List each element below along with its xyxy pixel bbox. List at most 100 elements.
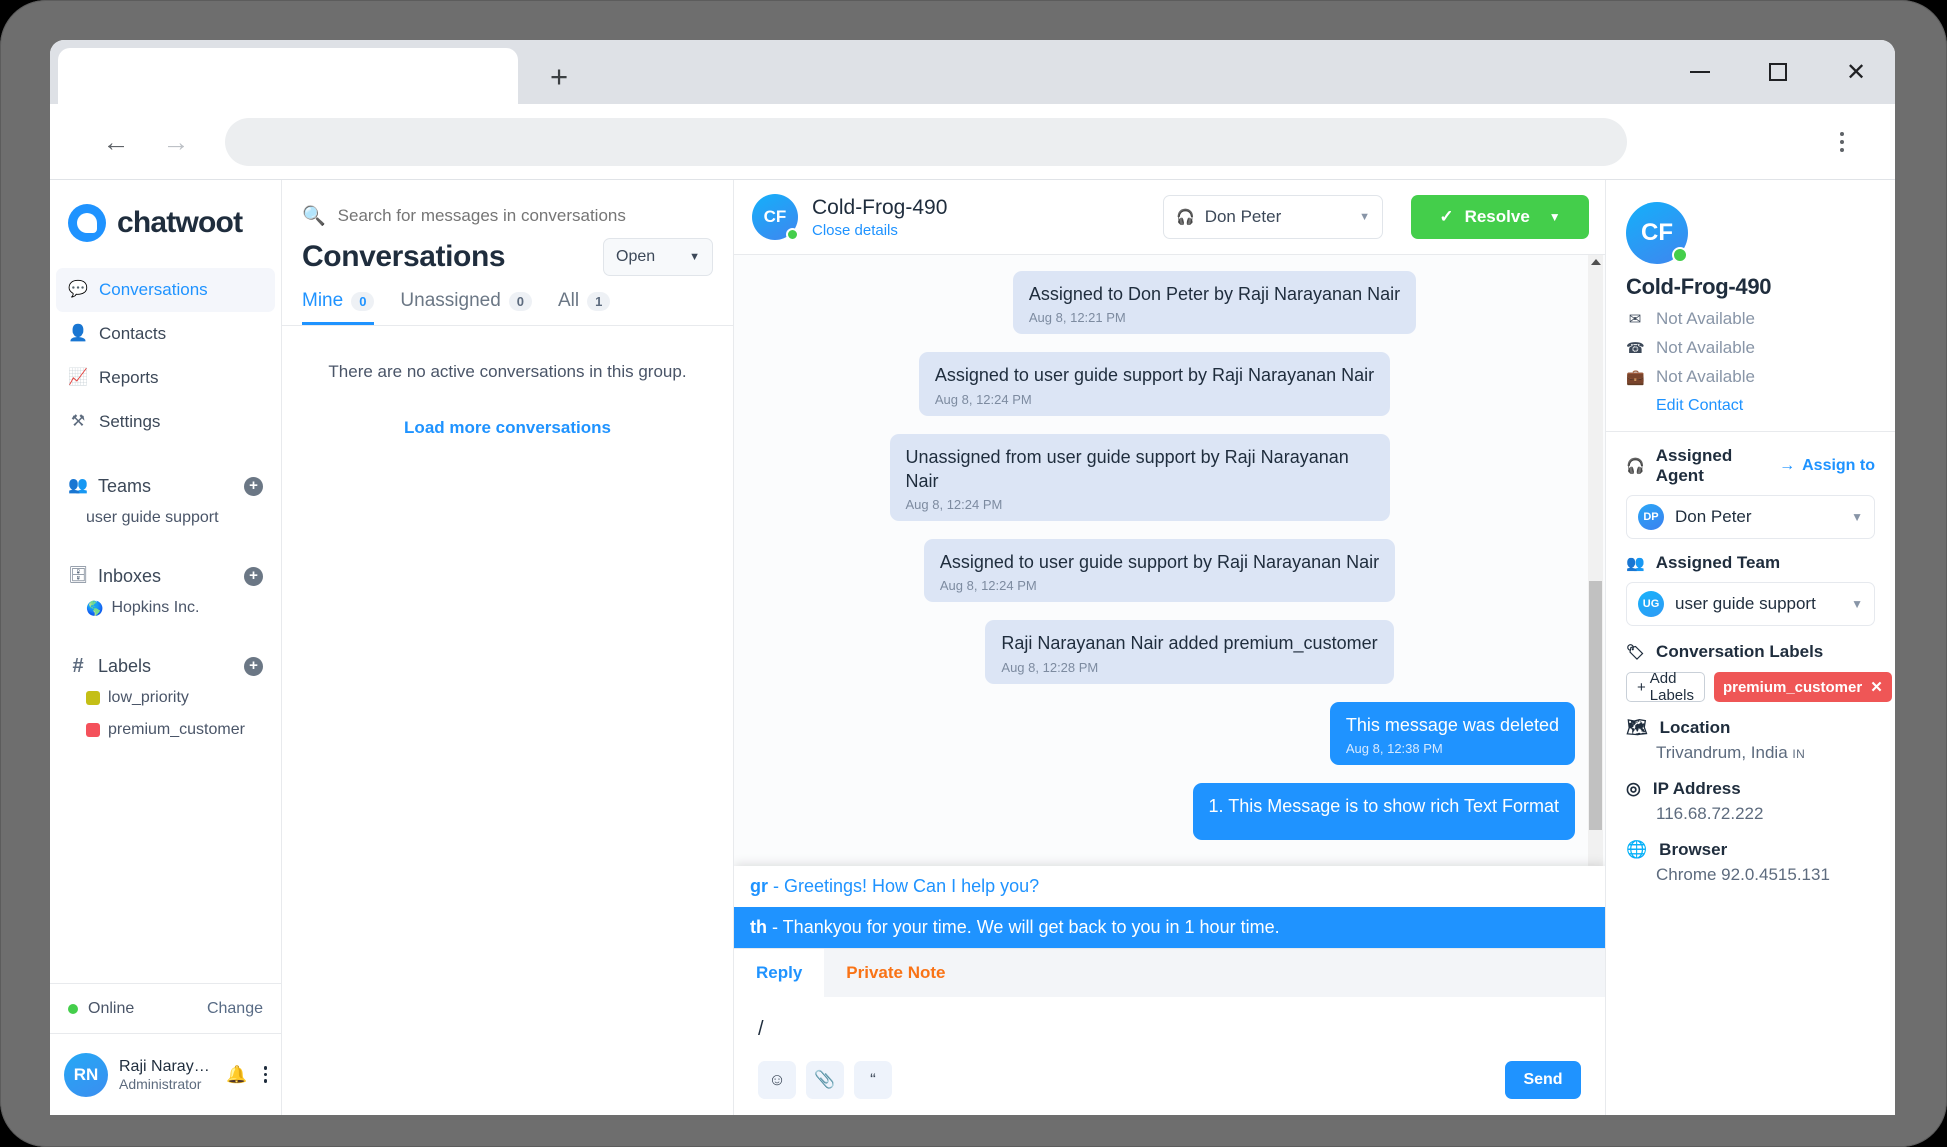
sidebar-item-contacts[interactable]: 👤 Contacts <box>56 312 275 356</box>
tab-private-note[interactable]: Private Note <box>824 949 1605 997</box>
primary-nav: 💬 Conversations 👤 Contacts 📈 Reports ⚒ S… <box>50 268 281 444</box>
message-bubble[interactable]: 1. This Message is to show rich Text For… <box>1192 783 1575 841</box>
message-time: Aug 8, 12:24 PM <box>934 391 1032 407</box>
notifications-bell-icon[interactable]: 🔔 <box>226 1065 247 1085</box>
tab-count: 0 <box>508 291 532 311</box>
label-chip[interactable]: premium_customer ✕ <box>1713 672 1892 702</box>
resolve-button[interactable]: ✓ Resolve ▼ <box>1411 195 1589 239</box>
chatwoot-app: chatwoot 💬 Conversations 👤 Contacts 📈 Re… <box>50 179 1895 1115</box>
message-list[interactable]: Assigned to Don Peter by Raji Narayanan … <box>734 255 1605 948</box>
assigned-agent-header: 🎧 Assigned Agent → Assign to <box>1626 446 1875 486</box>
chat-contact-name: Cold-Frog-490 <box>812 195 948 219</box>
suggestion-item-gr[interactable]: gr - Greetings! How Can I help you? <box>734 866 1605 907</box>
browser-toolbar: ← → ⟳ <box>50 104 1895 179</box>
close-button[interactable]: ✕ <box>1817 40 1895 104</box>
window-controls: ✕ <box>1661 40 1895 104</box>
message-bubble[interactable]: Unassigned from user guide support by Ra… <box>889 433 1390 522</box>
sidebar-item-reports[interactable]: 📈 Reports <box>56 356 275 400</box>
conversations-header: Conversations Open ▼ <box>282 228 733 276</box>
agent-select[interactable]: 🎧 Don Peter ▼ <box>1163 195 1383 239</box>
contact-attributes: 🗺 Location Trivandrum, India IN ◎ IP Add… <box>1626 718 1875 885</box>
briefcase-icon: 💼 <box>1626 369 1645 386</box>
change-status-button[interactable]: Change <box>207 1000 263 1018</box>
sidebar-item-settings[interactable]: ⚒ Settings <box>56 400 275 444</box>
tab-mine[interactable]: Mine 0 <box>302 290 375 325</box>
sidebar-item-label: Settings <box>99 412 161 431</box>
message-bubble[interactable]: Raji Narayanan Nair added premium_custom… <box>985 620 1394 684</box>
message-bubble[interactable]: Assigned to user guide support by Raji N… <box>923 539 1396 603</box>
message-bubble[interactable]: Assigned to Don Peter by Raji Narayanan … <box>1012 271 1417 335</box>
assign-to-link[interactable]: → Assign to <box>1779 457 1875 475</box>
scrollbar-thumb[interactable] <box>1589 580 1602 831</box>
message-row: Assigned to user guide support by Raji N… <box>764 539 1575 603</box>
label-item-premium-customer[interactable]: premium_customer <box>68 714 263 746</box>
tab-reply[interactable]: Reply <box>734 949 824 997</box>
user-profile[interactable]: RN Raji Narayanan ... Administrator 🔔 <box>50 1033 281 1115</box>
person-icon: 👤 <box>68 325 88 342</box>
add-inbox-button[interactable]: + <box>244 566 263 586</box>
profile-menu-icon[interactable] <box>259 1066 267 1083</box>
browser-tab[interactable] <box>58 48 518 104</box>
status-filter-select[interactable]: Open ▼ <box>603 238 713 276</box>
send-button[interactable]: Send <box>1505 1061 1581 1099</box>
reply-input[interactable]: / <box>734 997 1605 1061</box>
close-details-link[interactable]: Close details <box>812 222 947 239</box>
team-item[interactable]: user guide support <box>68 502 263 534</box>
back-icon[interactable]: ← <box>96 122 136 162</box>
minimize-button[interactable] <box>1661 40 1739 104</box>
message-time: Aug 8, 12:21 PM <box>1028 310 1126 326</box>
labels-header: 🏷 Conversation Labels <box>1626 642 1875 662</box>
load-more-button[interactable]: Load more conversations <box>282 382 733 438</box>
edit-contact-link[interactable]: Edit Contact <box>1656 397 1875 415</box>
add-labels-label: Add Labels <box>1649 670 1694 704</box>
labels-title: Labels <box>98 655 152 676</box>
message-time: Aug 8, 12:28 PM <box>1001 659 1099 675</box>
address-bar[interactable] <box>225 118 1627 166</box>
inbox-item[interactable]: 🌎 Hopkins Inc. <box>68 592 263 624</box>
message-bubble[interactable]: This message was deleted Aug 8, 12:38 PM <box>1329 701 1575 766</box>
label-item-label: premium_customer <box>108 721 245 738</box>
search-input[interactable] <box>337 206 713 226</box>
scroll-up-icon[interactable] <box>1591 259 1601 265</box>
forward-icon[interactable]: → <box>156 122 196 162</box>
emoji-icon[interactable]: ☺ <box>758 1061 796 1099</box>
chat-column: CF Cold-Frog-490 Close details 🎧 Don Pet… <box>734 180 1605 1115</box>
add-team-button[interactable]: + <box>244 476 263 496</box>
add-label-button[interactable]: + <box>244 656 263 676</box>
label-item-low-priority[interactable]: low_priority <box>68 682 263 714</box>
sidebar-item-conversations[interactable]: 💬 Conversations <box>56 268 275 312</box>
messages-scrollbar[interactable] <box>1588 255 1603 948</box>
maximize-button[interactable] <box>1739 40 1817 104</box>
browser-menu-icon[interactable] <box>1824 124 1860 160</box>
new-tab-button[interactable]: + <box>537 54 581 98</box>
search-row: 🔍 <box>282 180 733 228</box>
agent-select-value: Don Peter <box>1204 207 1282 226</box>
chat-contact-block: Cold-Frog-490 Close details <box>812 196 947 239</box>
brand-name: chatwoot <box>117 206 243 239</box>
inbox-item-label: Hopkins Inc. <box>111 599 200 616</box>
add-labels-button[interactable]: + Add Labels <box>1626 670 1705 704</box>
sidebar-item-label: Conversations <box>99 280 208 299</box>
suggestion-item-th[interactable]: th - Thankyou for your time. We will get… <box>734 907 1605 948</box>
paperclip-icon[interactable]: 📎 <box>806 1061 844 1099</box>
browser-tabstrip: + ✕ <box>50 40 1895 104</box>
message-bubble[interactable]: Assigned to user guide support by Raji N… <box>918 352 1391 416</box>
contact-company-row: 💼 Not Available <box>1626 367 1875 387</box>
sidebar: chatwoot 💬 Conversations 👤 Contacts 📈 Re… <box>50 180 282 1115</box>
chevron-down-icon: ▼ <box>1851 597 1863 611</box>
chat-icon: 💬 <box>68 281 88 298</box>
browser-title: Browser <box>1659 840 1728 859</box>
tab-all[interactable]: All 1 <box>558 290 611 325</box>
agent-name: Don Peter <box>1675 507 1752 526</box>
online-dot-icon <box>1672 247 1688 263</box>
close-icon[interactable]: ✕ <box>1870 678 1883 696</box>
team-select[interactable]: UG user guide support ▼ <box>1626 582 1875 626</box>
quote-icon[interactable]: “ <box>854 1061 892 1099</box>
profile-role: Administrator <box>119 1075 202 1092</box>
contact-email: Not Available <box>1656 309 1755 328</box>
contact-company: Not Available <box>1656 367 1755 386</box>
agent-select[interactable]: DP Don Peter ▼ <box>1626 495 1875 539</box>
tab-unassigned[interactable]: Unassigned 0 <box>400 290 532 325</box>
page-title: Conversations <box>302 240 506 273</box>
online-dot-icon <box>786 228 799 241</box>
